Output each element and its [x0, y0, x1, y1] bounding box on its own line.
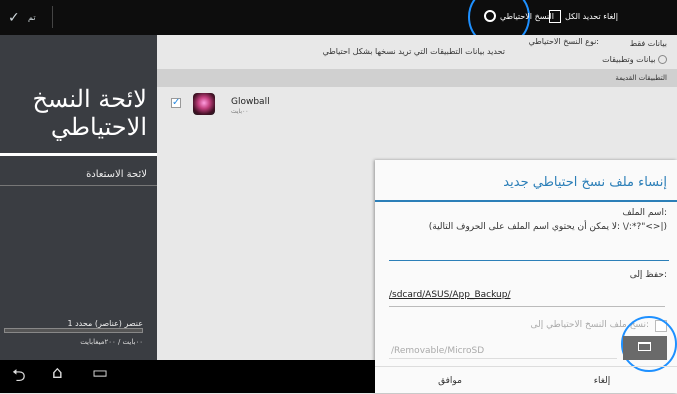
- sidebar: لائحة النسخ الاحتياطي لائحة الاستعادة 1 …: [0, 35, 157, 360]
- folder-icon: [638, 342, 651, 351]
- section-title: التطبيقات القديمة: [615, 74, 667, 82]
- backup-description: تحديد بيانات التطبيقات التي تريد نسخها ب…: [322, 47, 505, 56]
- checkmark-icon[interactable]: ✓: [8, 10, 20, 26]
- storage-progress-bar: [4, 328, 143, 333]
- deselect-all-icon[interactable]: [549, 10, 561, 23]
- option-data-only-label: بيانات فقط: [629, 39, 667, 48]
- sidebar-divider: [0, 185, 157, 186]
- save-path-underline: [389, 306, 665, 307]
- cancel-button[interactable]: إلغاء: [527, 367, 677, 394]
- removable-path-underline: [389, 358, 617, 359]
- done-button-label[interactable]: تم: [28, 13, 36, 22]
- filename-label: اسم الملف:: [622, 208, 667, 218]
- storage-size: ٠٠بايت / ٢٠٠ميغابايت: [80, 338, 143, 346]
- page-title: لائحة النسخ الاحتياطي: [32, 85, 147, 141]
- action-bar-divider: [52, 6, 53, 28]
- glowball-app-icon: [193, 93, 215, 115]
- deselect-all-button[interactable]: إلغاء تحديد الكل: [565, 12, 618, 21]
- browse-folder-button[interactable]: [623, 336, 667, 360]
- filename-hint: (لا يمكن أن يحتوي اسم الملف على الحروف ا…: [428, 222, 667, 232]
- app-name: Glowball: [231, 97, 270, 107]
- save-to-label: حفظ إلى:: [629, 270, 667, 280]
- backup-button[interactable]: النسخ الاحتياطي: [500, 12, 554, 21]
- filename-input[interactable]: [389, 244, 669, 261]
- app-size: ٠٠بايت: [231, 108, 249, 115]
- option-data-and-apps[interactable]: بيانات وتطبيقات: [602, 55, 667, 64]
- title-underline: [0, 153, 157, 156]
- selected-count: 1 عنصر (عناصر) محدد: [67, 319, 143, 328]
- dialog-title-underline: [375, 200, 677, 202]
- home-icon[interactable]: ⌂: [52, 363, 63, 383]
- ok-button[interactable]: موافق: [375, 367, 525, 394]
- create-backup-dialog: إنساء ملف نسخ احتياطي جديد اسم الملف: (ل…: [375, 160, 677, 393]
- dialog-title: إنساء ملف نسخ احتياطي جديد: [503, 175, 667, 190]
- restore-list-link[interactable]: لائحة الاستعادة: [86, 169, 147, 180]
- section-header: التطبيقات القديمة: [157, 69, 677, 87]
- back-icon[interactable]: ⮌: [12, 363, 26, 392]
- backup-type-label: نوع النسخ الاحتياطي:: [528, 37, 599, 46]
- action-bar: ✓ تم النسخ الاحتياطي إلغاء تحديد الكل: [0, 0, 677, 48]
- save-path: /sdcard/ASUS/App_Backup/: [389, 290, 511, 300]
- option-data-only[interactable]: بيانات فقط: [630, 39, 667, 48]
- radio-data-and-apps[interactable]: [658, 55, 667, 64]
- backup-icon[interactable]: [484, 10, 496, 22]
- app-checkbox[interactable]: ✓: [171, 98, 181, 108]
- list-item[interactable]: ✓ Glowball ٠٠بايت: [157, 91, 677, 123]
- dialog-button-row: موافق إلغاء: [375, 366, 677, 394]
- recent-apps-icon[interactable]: ▭: [92, 363, 108, 383]
- option-data-and-apps-label: بيانات وتطبيقات: [602, 55, 656, 64]
